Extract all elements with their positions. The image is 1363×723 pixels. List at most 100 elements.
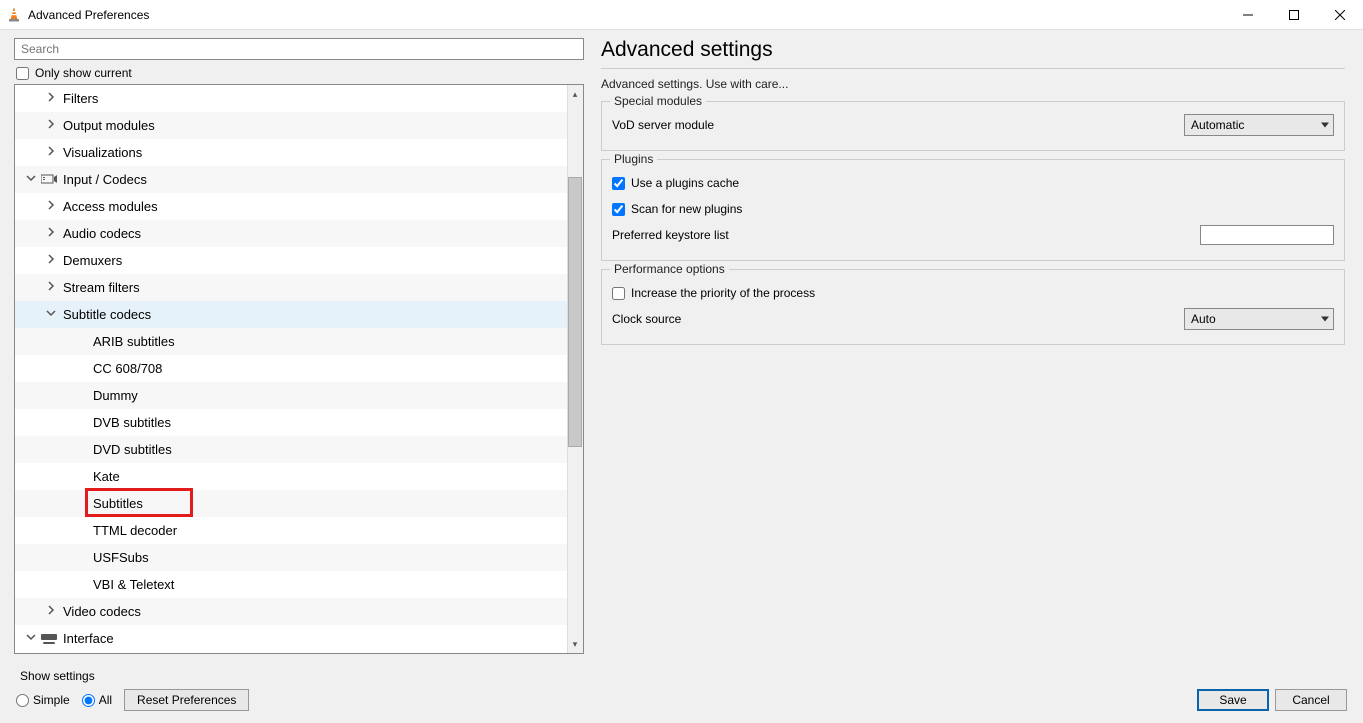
- tree-item[interactable]: Visualizations: [15, 139, 567, 166]
- vod-server-value: Automatic: [1191, 118, 1244, 132]
- footer: Show settings Simple All Reset Preferenc…: [0, 663, 1363, 723]
- keystore-input[interactable]: [1200, 225, 1334, 245]
- divider: [601, 68, 1345, 69]
- only-show-current-checkbox[interactable]: [16, 67, 29, 80]
- tree-item-label: DVD subtitles: [93, 442, 172, 457]
- tree-item[interactable]: Stream filters: [15, 274, 567, 301]
- tree-item-label: CC 608/708: [93, 361, 162, 376]
- tree-item-label: Audio codecs: [63, 226, 141, 241]
- tree-item-label: Output modules: [63, 118, 155, 133]
- left-panel: Only show current Filters Output modules V…: [0, 30, 585, 660]
- scan-new-plugins-checkbox[interactable]: [612, 203, 625, 216]
- search-input[interactable]: [14, 38, 584, 60]
- chevron-right-icon[interactable]: [43, 281, 59, 294]
- window-controls: [1225, 0, 1363, 30]
- tree-item[interactable]: Video codecs: [15, 598, 567, 625]
- only-show-current-label: Only show current: [35, 66, 132, 80]
- tree-item-label: Subtitles: [93, 496, 143, 511]
- tree-item[interactable]: Audio codecs: [15, 220, 567, 247]
- chevron-down-icon[interactable]: [23, 173, 39, 186]
- tree-item[interactable]: TTML decoder: [15, 517, 567, 544]
- all-radio-label: All: [99, 693, 112, 707]
- scan-new-plugins-label: Scan for new plugins: [631, 202, 742, 216]
- tree-item[interactable]: ARIB subtitles: [15, 328, 567, 355]
- tree-scroll-down[interactable]: ▾: [568, 636, 582, 652]
- tree-item-label: Visualizations: [63, 145, 142, 160]
- tree-scroll-up[interactable]: ▴: [568, 86, 582, 102]
- clock-source-select[interactable]: Auto: [1184, 308, 1334, 330]
- vod-server-label: VoD server module: [612, 118, 714, 132]
- all-radio-wrap[interactable]: All: [82, 693, 112, 707]
- group-special-modules: Special modules VoD server module Automa…: [601, 101, 1345, 151]
- chevron-right-icon[interactable]: [43, 254, 59, 267]
- tree-item[interactable]: Subtitles: [15, 490, 567, 517]
- chevron-right-icon[interactable]: [43, 200, 59, 213]
- all-radio[interactable]: [82, 694, 95, 707]
- close-button[interactable]: [1317, 0, 1363, 30]
- chevron-right-icon[interactable]: [43, 227, 59, 240]
- tree-item[interactable]: DVB subtitles: [15, 409, 567, 436]
- simple-radio-wrap[interactable]: Simple: [16, 693, 70, 707]
- tree-item[interactable]: Kate: [15, 463, 567, 490]
- tree-item[interactable]: Filters: [15, 85, 567, 112]
- minimize-button[interactable]: [1225, 0, 1271, 30]
- chevron-right-icon[interactable]: [43, 119, 59, 132]
- tree-item[interactable]: CC 608/708: [15, 355, 567, 382]
- tree-item[interactable]: Subtitle codecs: [15, 301, 567, 328]
- chevron-right-icon[interactable]: [43, 146, 59, 159]
- simple-radio[interactable]: [16, 694, 29, 707]
- use-plugins-cache-checkbox[interactable]: [612, 177, 625, 190]
- tree-item[interactable]: Demuxers: [15, 247, 567, 274]
- tree-item-label: USFSubs: [93, 550, 149, 565]
- page-title: Advanced settings: [601, 38, 1345, 62]
- increase-priority-label: Increase the priority of the process: [631, 286, 815, 300]
- titlebar: Advanced Preferences: [0, 0, 1363, 30]
- group-plugins: Plugins Use a plugins cache Scan for new…: [601, 159, 1345, 261]
- chevron-down-icon[interactable]: [43, 308, 59, 321]
- show-settings-label: Show settings: [20, 669, 1347, 683]
- increase-priority-checkbox[interactable]: [612, 287, 625, 300]
- use-plugins-cache-label: Use a plugins cache: [631, 176, 739, 190]
- chevron-right-icon[interactable]: [43, 92, 59, 105]
- tree-item[interactable]: USFSubs: [15, 544, 567, 571]
- tree-item-label: Interface: [63, 631, 114, 646]
- save-button[interactable]: Save: [1197, 689, 1269, 711]
- tree-container: Filters Output modules Visualizations Input…: [14, 84, 584, 654]
- tree-item-label: Stream filters: [63, 280, 140, 295]
- chevron-down-icon[interactable]: [23, 632, 39, 645]
- tree-item[interactable]: Output modules: [15, 112, 567, 139]
- tree-item-label: Filters: [63, 91, 98, 106]
- chevron-down-icon: [1321, 317, 1329, 322]
- tree-item[interactable]: VBI & Teletext: [15, 571, 567, 598]
- interface-icon: [41, 633, 57, 647]
- tree-item-label: Dummy: [93, 388, 138, 403]
- tree-item-label: TTML decoder: [93, 523, 177, 538]
- input-codecs-icon: [41, 173, 57, 188]
- tree-item-label: ARIB subtitles: [93, 334, 175, 349]
- tree-item[interactable]: Dummy: [15, 382, 567, 409]
- tree-item[interactable]: Access modules: [15, 193, 567, 220]
- group-performance: Performance options Increase the priorit…: [601, 269, 1345, 345]
- tree-item-label: Demuxers: [63, 253, 122, 268]
- clock-source-label: Clock source: [612, 312, 681, 326]
- chevron-down-icon: [1321, 123, 1329, 128]
- reset-preferences-button[interactable]: Reset Preferences: [124, 689, 249, 711]
- group-performance-legend: Performance options: [610, 262, 729, 276]
- chevron-right-icon[interactable]: [43, 605, 59, 618]
- tree-item-label: Kate: [93, 469, 120, 484]
- tree-scrollbar-thumb[interactable]: [568, 177, 582, 447]
- tree-item-label: Video codecs: [63, 604, 141, 619]
- tree-item[interactable]: DVD subtitles: [15, 436, 567, 463]
- tree-item-label: Access modules: [63, 199, 158, 214]
- maximize-button[interactable]: [1271, 0, 1317, 30]
- group-plugins-legend: Plugins: [610, 152, 657, 166]
- vod-server-select[interactable]: Automatic: [1184, 114, 1334, 136]
- tree-item[interactable]: Input / Codecs: [15, 166, 567, 193]
- tree-item-label: Subtitle codecs: [63, 307, 151, 322]
- simple-radio-label: Simple: [33, 693, 70, 707]
- right-panel: Advanced settings Advanced settings. Use…: [585, 30, 1363, 660]
- tree-item[interactable]: Interface: [15, 625, 567, 652]
- tree-item-label: DVB subtitles: [93, 415, 171, 430]
- cancel-button[interactable]: Cancel: [1275, 689, 1347, 711]
- keystore-label: Preferred keystore list: [612, 228, 729, 242]
